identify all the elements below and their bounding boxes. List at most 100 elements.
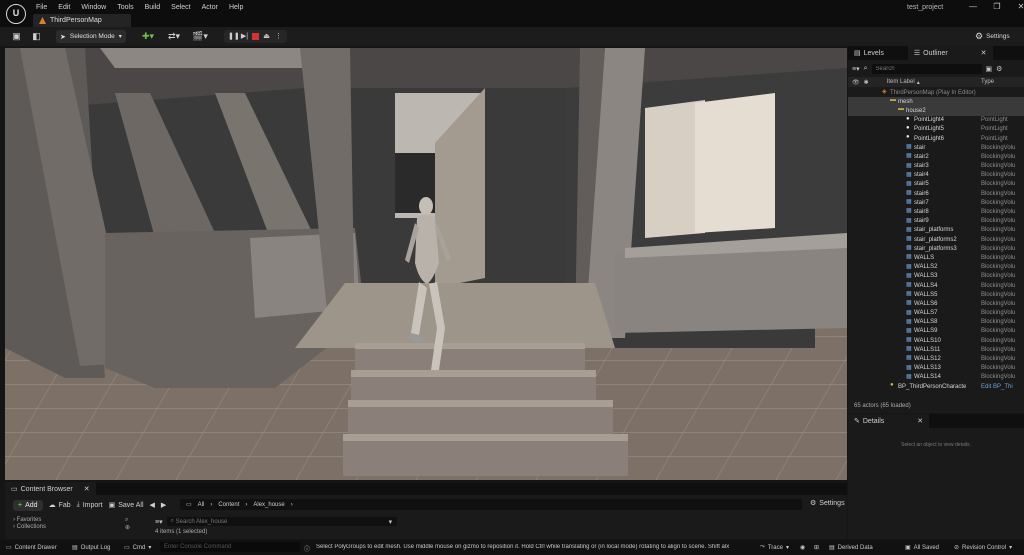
outliner-row[interactable]: ▦ stair3 BlockingVolu bbox=[848, 162, 1024, 171]
pin-icon[interactable]: ✱ bbox=[864, 79, 869, 86]
maximize-icon[interactable]: ❐ bbox=[990, 1, 1004, 13]
outliner-row[interactable]: ▦ WALLS9 BlockingVolu bbox=[848, 327, 1024, 336]
outliner-search-input[interactable] bbox=[871, 64, 982, 74]
cmd-dropdown[interactable]: ▭ Cmd ▾ bbox=[124, 544, 151, 552]
menu-window[interactable]: Window bbox=[81, 3, 113, 13]
menu-select[interactable]: Select bbox=[171, 3, 197, 13]
fab-button[interactable]: ☁ Fab bbox=[49, 501, 71, 510]
outliner-row[interactable]: ▦ stair4 BlockingVolu bbox=[848, 171, 1024, 180]
outliner-row[interactable]: ● PointLight5 PointLight bbox=[848, 125, 1024, 134]
outliner-row[interactable]: ● PointLight4 PointLight bbox=[848, 116, 1024, 125]
more-icon[interactable]: ⋮ bbox=[274, 32, 283, 41]
step-icon[interactable]: ▶| bbox=[240, 32, 249, 41]
menu-help[interactable]: Help bbox=[229, 3, 250, 13]
blueprint-icon[interactable]: ⇄▾ bbox=[166, 31, 182, 42]
outliner-row[interactable]: ▦ stair_platforms BlockingVolu bbox=[848, 226, 1024, 235]
breadcrumb-all[interactable]: All bbox=[198, 502, 205, 508]
menu-tools[interactable]: Tools bbox=[117, 3, 140, 13]
import-button[interactable]: ⤓ Import bbox=[77, 501, 103, 509]
tab-content-browser[interactable]: ▭ Content Browser ✕ bbox=[5, 482, 96, 496]
revision-control-button[interactable]: ⊘ Revision Control ▾ bbox=[954, 544, 1012, 552]
outliner-row[interactable]: ▦ stair BlockingVolu bbox=[848, 143, 1024, 152]
add-actor-icon[interactable]: ✚▾ bbox=[140, 31, 156, 42]
history-forward-icon[interactable]: ▶ bbox=[161, 501, 166, 509]
search-icon[interactable]: ⌕ bbox=[125, 517, 128, 524]
collections-section[interactable]: › Collections ⊕ bbox=[13, 524, 148, 531]
visibility-icon[interactable]: 👁 bbox=[852, 79, 860, 86]
record-icon[interactable]: ◉ bbox=[800, 544, 805, 551]
stats-icon[interactable]: ⊞ bbox=[814, 544, 819, 551]
outliner-row[interactable]: ▦ WALLS BlockingVolu bbox=[848, 253, 1024, 262]
menu-build[interactable]: Build bbox=[145, 3, 168, 13]
breadcrumb-content[interactable]: Content bbox=[218, 502, 239, 508]
outliner-row[interactable]: ▦ stair8 BlockingVolu bbox=[848, 207, 1024, 216]
outliner-row[interactable]: ▬ house2 bbox=[848, 106, 1024, 116]
trace-button[interactable]: ⤳ Trace ▾ bbox=[760, 544, 789, 551]
close-tab-icon[interactable]: ✕ bbox=[84, 485, 90, 493]
save-icon[interactable]: ▣ bbox=[11, 31, 22, 42]
menu-edit[interactable]: Edit bbox=[58, 3, 77, 13]
menu-actor[interactable]: Actor bbox=[202, 3, 225, 13]
minimize-icon[interactable]: — bbox=[966, 1, 980, 13]
content-search-input[interactable]: ⌕ Search Alex_house bbox=[166, 517, 397, 526]
level-tab[interactable]: ThirdPersonMap bbox=[33, 14, 131, 27]
outliner-row[interactable]: ▦ WALLS4 BlockingVolu bbox=[848, 281, 1024, 290]
settings-button[interactable]: ⚙ Settings bbox=[975, 30, 1010, 43]
history-back-icon[interactable]: ◀ bbox=[150, 501, 155, 509]
all-saved-button[interactable]: ▣ All Saved bbox=[905, 544, 939, 552]
outliner-row[interactable]: ● PointLight6 PointLight bbox=[848, 134, 1024, 143]
outliner-row[interactable]: ▦ stair_platforms2 BlockingVolu bbox=[848, 235, 1024, 244]
outliner-row[interactable]: ▦ WALLS14 BlockingVolu bbox=[848, 373, 1024, 382]
outliner-row[interactable]: ◈ ThirdPersonMap (Play In Editor) bbox=[848, 88, 1024, 97]
console-command-input[interactable]: Enter Console Command bbox=[160, 542, 300, 552]
eject-icon[interactable]: ⏏ bbox=[262, 32, 271, 41]
add-button[interactable]: + Add bbox=[13, 499, 43, 511]
menu-file[interactable]: File bbox=[36, 3, 54, 13]
outliner-row[interactable]: ▦ stair5 BlockingVolu bbox=[848, 180, 1024, 189]
output-log-button[interactable]: ▤ Output Log bbox=[72, 544, 110, 552]
selection-mode-dropdown[interactable]: ➤ Selection Mode ▾ bbox=[56, 30, 126, 43]
level-viewport[interactable] bbox=[5, 48, 847, 480]
outliner-row[interactable]: ▦ stair6 BlockingVolu bbox=[848, 189, 1024, 198]
content-browser-settings[interactable]: ⚙ Settings bbox=[810, 499, 845, 508]
tab-details[interactable]: ✎ Details ✕ bbox=[848, 414, 930, 428]
col-type[interactable]: Type bbox=[981, 79, 994, 85]
outliner-row-type[interactable]: Edit BP_Thi bbox=[981, 384, 1013, 390]
outliner-row[interactable]: ▦ WALLS5 BlockingVolu bbox=[848, 290, 1024, 299]
add-collection-icon[interactable]: ⊕ bbox=[125, 524, 130, 531]
outliner-row[interactable]: ▦ WALLS11 BlockingVolu bbox=[848, 345, 1024, 354]
favorites-section[interactable]: › Favorites ⌕ bbox=[13, 517, 148, 523]
close-tab-icon[interactable]: ✕ bbox=[917, 417, 923, 425]
close-tab-icon[interactable]: ✕ bbox=[981, 49, 987, 57]
close-icon[interactable]: ✕ bbox=[1014, 1, 1024, 13]
outliner-row[interactable]: ● BP_ThirdPersonCharacte Edit BP_Thi bbox=[848, 382, 1024, 391]
outliner-row[interactable]: ▦ stair2 BlockingVolu bbox=[848, 152, 1024, 161]
col-item-label[interactable]: Item Label bbox=[887, 79, 915, 85]
gear-icon[interactable]: ⚙ bbox=[996, 65, 1002, 73]
cinematics-icon[interactable]: 🎬▾ bbox=[192, 31, 208, 42]
outliner-row[interactable]: ▦ WALLS12 BlockingVolu bbox=[848, 354, 1024, 363]
outliner-row[interactable]: ▦ stair9 BlockingVolu bbox=[848, 217, 1024, 226]
outliner-row[interactable]: ▦ WALLS3 BlockingVolu bbox=[848, 272, 1024, 281]
content-drawer-button[interactable]: ▭ Content Drawer bbox=[6, 544, 57, 552]
outliner-row[interactable]: ▦ WALLS10 BlockingVolu bbox=[848, 336, 1024, 345]
unreal-logo-icon[interactable]: U bbox=[6, 4, 26, 24]
tab-outliner[interactable]: ☰ Outliner ✕ bbox=[907, 46, 993, 60]
tab-levels[interactable]: ▤ Levels bbox=[848, 46, 890, 60]
outliner-row[interactable]: ▦ WALLS6 BlockingVolu bbox=[848, 299, 1024, 308]
outliner-row[interactable]: ▦ stair_platforms3 BlockingVolu bbox=[848, 244, 1024, 253]
outliner-row[interactable]: ▦ WALLS13 BlockingVolu bbox=[848, 364, 1024, 373]
outliner-row[interactable]: ▦ WALLS7 BlockingVolu bbox=[848, 309, 1024, 318]
outliner-row[interactable]: ▦ stair7 BlockingVolu bbox=[848, 198, 1024, 207]
save-all-button[interactable]: ▣ Save All bbox=[109, 501, 144, 510]
stop-icon[interactable] bbox=[252, 33, 259, 40]
breadcrumb-alex-house[interactable]: Alex_house bbox=[253, 502, 284, 508]
pause-icon[interactable]: ❚❚ bbox=[228, 32, 240, 41]
derived-data-button[interactable]: ▤ Derived Data bbox=[829, 544, 873, 552]
browse-icon[interactable]: ◧ bbox=[31, 31, 42, 42]
outliner-row[interactable]: ▬ mesh bbox=[848, 97, 1024, 107]
chevron-down-icon[interactable]: ▾ bbox=[389, 518, 393, 526]
outliner-row[interactable]: ▦ WALLS8 BlockingVolu bbox=[848, 318, 1024, 327]
add-folder-icon[interactable]: ▣ bbox=[986, 65, 993, 73]
outliner-row[interactable]: ▦ WALLS2 BlockingVolu bbox=[848, 263, 1024, 272]
